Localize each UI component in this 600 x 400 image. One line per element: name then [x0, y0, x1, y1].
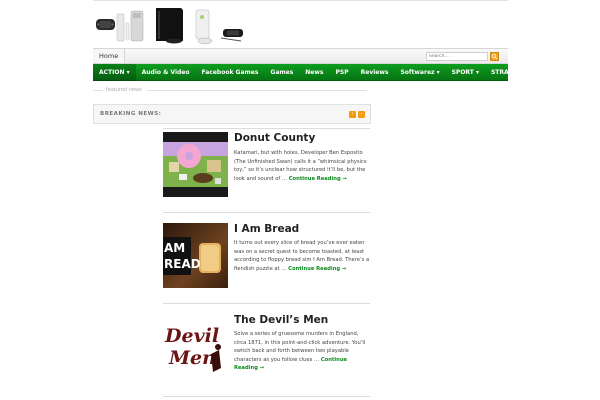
donut-county-image [163, 132, 228, 197]
consoles-logo-image [96, 8, 243, 45]
article-title[interactable]: Donut County [234, 132, 315, 145]
article-divider [163, 303, 370, 304]
breaking-prev-button[interactable]: ‹ [349, 111, 356, 118]
article-excerpt: Katamari, but with holes. Developer Ben … [234, 149, 370, 183]
i-am-bread-image: AM READ [163, 223, 228, 288]
category-navigation: ACTION ▾ Audio & Video Facebook Games Ga… [93, 63, 531, 81]
nav-item-strategy[interactable]: STRATEGY ▾ [485, 64, 537, 81]
svg-text:Men: Men [168, 347, 216, 369]
article-title[interactable]: The Devil’s Men [234, 314, 328, 327]
top-rule [93, 0, 508, 1]
article-divider [163, 396, 370, 397]
article-title[interactable]: I Am Bread [234, 223, 299, 236]
featured-news-label: featured news [106, 87, 142, 93]
article-excerpt: Solve a series of gruesome murders in En… [234, 330, 370, 373]
breaking-next-button[interactable]: › [358, 111, 365, 118]
svg-text:Devil: Devil [164, 325, 219, 347]
divider [93, 90, 103, 91]
article-thumbnail[interactable]: AM READ [163, 223, 228, 288]
nav-item-reviews[interactable]: Reviews [355, 64, 395, 81]
article-divider [163, 212, 370, 213]
search-input[interactable] [426, 52, 488, 61]
nav-item-games[interactable]: Games [264, 64, 299, 81]
continue-reading-link[interactable]: Continue Reading → [289, 176, 347, 182]
site-logo[interactable] [95, 5, 245, 45]
breaking-news-label: BREAKING NEWS: [100, 111, 162, 117]
article-excerpt: It turns out every slice of bread you’ve… [234, 239, 370, 273]
nav-item-psp[interactable]: PSP [330, 64, 355, 81]
search-icon [491, 53, 498, 60]
continue-reading-link[interactable]: Continue Reading → [288, 266, 346, 272]
nav-item-sport[interactable]: SPORT ▾ [446, 64, 485, 81]
divider [147, 90, 367, 91]
nav-item-news[interactable]: News [299, 64, 329, 81]
thumbnail-logo-text-line1: AM [164, 241, 185, 255]
nav-item-softwarez[interactable]: Softwarez ▾ [394, 64, 445, 81]
the-devils-men-logo-image: Devil Men [163, 314, 228, 379]
thumbnail-logo-text-line2: READ [164, 257, 201, 271]
breaking-news-bar: BREAKING NEWS: ‹ › [93, 104, 371, 124]
nav-item-facebook-games[interactable]: Facebook Games [196, 64, 265, 81]
nav-item-action[interactable]: ACTION ▾ [93, 63, 136, 81]
nav-home-link[interactable]: Home [93, 49, 126, 63]
featured-news-heading: featured news [93, 86, 373, 94]
article-thumbnail[interactable]: Devil Men [163, 314, 228, 379]
search-button[interactable] [490, 52, 499, 61]
article-thumbnail[interactable] [163, 132, 228, 197]
article-divider [163, 128, 370, 129]
nav-item-audio-video[interactable]: Audio & Video [136, 64, 196, 81]
